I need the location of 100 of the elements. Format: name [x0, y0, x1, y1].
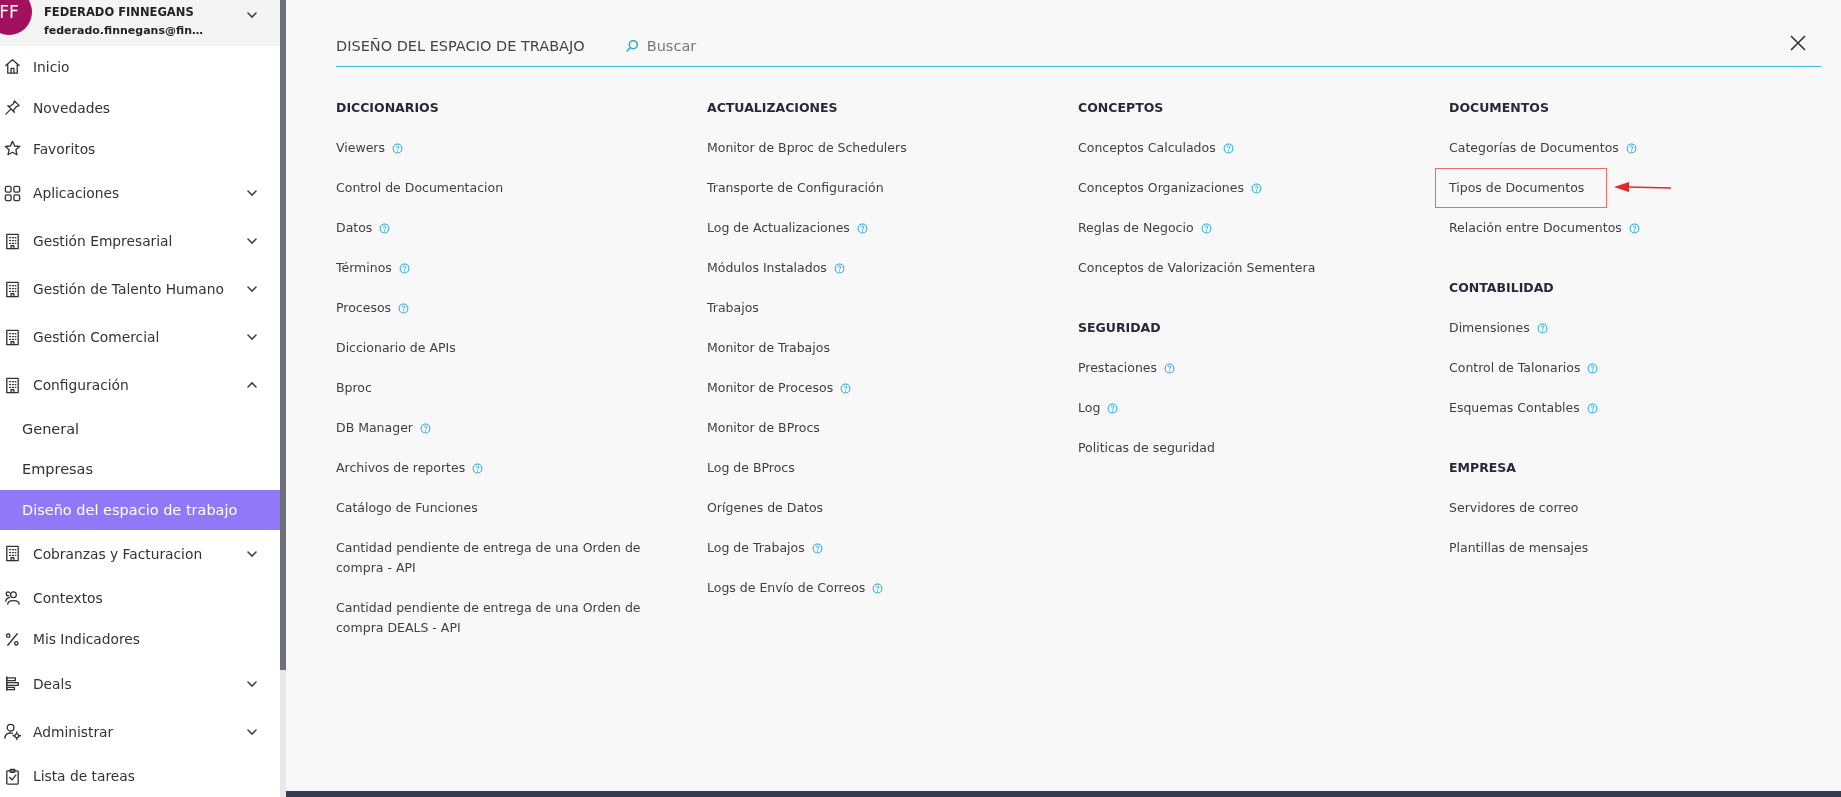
menu-link[interactable]: Logs de Envío de Correos	[707, 578, 866, 598]
percent-icon	[3, 630, 22, 649]
nav-item[interactable]: Deals	[0, 660, 280, 708]
menu-link[interactable]: Viewers	[336, 138, 385, 158]
menu-link[interactable]: Catálogo de Funciones	[336, 498, 478, 518]
search-field[interactable]: Buscar	[646, 38, 847, 54]
help-icon[interactable]	[1625, 142, 1637, 154]
user-name: FEDERADO FINNEGANS	[44, 5, 195, 19]
help-icon[interactable]	[1628, 222, 1640, 234]
help-icon[interactable]	[419, 422, 431, 434]
nav-item[interactable]: Configuración	[0, 361, 280, 409]
menu-link[interactable]: Reglas de Negocio	[1078, 218, 1194, 238]
building-icon	[3, 231, 22, 251]
help-icon[interactable]	[1587, 362, 1599, 374]
help-icon[interactable]	[379, 222, 391, 234]
menu-link[interactable]: Log de BProcs	[707, 458, 795, 478]
scrollbar-thumb[interactable]	[280, 0, 286, 670]
pin-icon	[3, 98, 22, 117]
help-icon[interactable]	[472, 462, 484, 474]
nav-item[interactable]: Gestión de Talento Humano	[0, 265, 280, 313]
menu-link[interactable]: Datos	[336, 218, 373, 238]
menu-link[interactable]: Politicas de seguridad	[1078, 438, 1215, 458]
nav-subitem[interactable]: Empresas	[0, 449, 280, 490]
menu-link[interactable]: DB Manager	[336, 418, 413, 438]
nav-item[interactable]: Cobranzas y Facturacion	[0, 530, 280, 578]
help-icon[interactable]	[392, 142, 403, 154]
menu-link[interactable]: Cantidad pendiente de entrega de una Orden de compra DEALS - API	[336, 598, 646, 638]
menu-link[interactable]: Esquemas Contables	[1449, 398, 1580, 418]
help-icon[interactable]	[840, 382, 852, 394]
section-heading: DOCUMENTOS	[1449, 100, 1550, 116]
menu-link[interactable]: Módulos Instalados	[707, 258, 827, 278]
home-icon	[3, 57, 22, 76]
help-icon[interactable]	[1586, 402, 1598, 414]
help-icon[interactable]	[872, 582, 884, 594]
menu-link[interactable]: Monitor de Procesos	[707, 378, 834, 398]
menu-link[interactable]: Conceptos Calculados	[1078, 138, 1216, 158]
help-icon[interactable]	[856, 222, 868, 234]
nav-item[interactable]: Gestión Comercial	[0, 313, 280, 361]
section-heading: DICCIONARIOS	[336, 100, 440, 116]
help-icon[interactable]	[1164, 362, 1176, 374]
nav-item[interactable]: Lista de tareas	[0, 756, 280, 797]
nav-item[interactable]: Mis Indicadores	[0, 619, 280, 660]
help-icon[interactable]	[811, 542, 823, 554]
menu-link[interactable]: Log	[1078, 398, 1101, 418]
menu-link[interactable]: Diccionario de APIs	[336, 338, 456, 358]
menu-link[interactable]: Conceptos de Valorización Sementera	[1078, 258, 1316, 278]
annotation-arrow	[1613, 179, 1673, 195]
menu-link[interactable]: Prestaciones	[1078, 358, 1158, 378]
menu-link[interactable]: Archivos de reportes	[336, 458, 466, 478]
nav-item[interactable]: Inicio	[0, 46, 280, 87]
panel-title: DISEÑO DEL ESPACIO DE TRABAJO	[336, 38, 585, 54]
menu-link[interactable]: Cantidad pendiente de entrega de una Orden de compra - API	[336, 538, 646, 578]
building-icon	[3, 544, 22, 564]
menu-link[interactable]: Plantillas de mensajes	[1449, 538, 1589, 558]
menu-link[interactable]: Orígenes de Datos	[707, 498, 824, 518]
nav-item[interactable]: Novedades	[0, 87, 280, 128]
help-icon[interactable]	[1107, 402, 1119, 414]
user-gear-icon	[3, 722, 22, 742]
menu-link[interactable]: Transporte de Configuración	[707, 178, 884, 198]
building-icon	[3, 279, 22, 299]
menu-link[interactable]: Trabajos	[707, 298, 759, 318]
nav-subitem[interactable]: General	[0, 409, 280, 450]
menu-link[interactable]: Monitor de Trabajos	[707, 338, 830, 358]
menu-link[interactable]: Control de Talonarios	[1449, 358, 1581, 378]
star-icon	[3, 139, 22, 158]
menu-link[interactable]: Log de Trabajos	[707, 538, 805, 558]
menu-link[interactable]: Conceptos Organizaciones	[1078, 178, 1244, 198]
menu-link[interactable]: Tipos de Documentos	[1449, 178, 1585, 198]
menu-link[interactable]: Términos	[336, 258, 392, 278]
menu-link[interactable]: Procesos	[336, 298, 392, 318]
help-icon[interactable]	[1222, 142, 1234, 154]
section-heading: SEGURIDAD	[1078, 320, 1162, 336]
nav-item[interactable]: Administrar	[0, 708, 280, 756]
menu-link[interactable]: Servidores de correo	[1449, 498, 1579, 518]
help-icon[interactable]	[398, 262, 410, 274]
help-icon[interactable]	[1250, 182, 1262, 194]
section-heading: EMPRESA	[1449, 460, 1517, 476]
help-icon[interactable]	[1536, 322, 1548, 334]
user-email: federado.finnegans@fin…	[44, 23, 203, 37]
user-header[interactable]: FF FEDERADO FINNEGANS federado.finnegans@fin…	[0, 0, 280, 46]
building-icon	[3, 327, 22, 347]
menu-link[interactable]: Relación entre Documentos	[1449, 218, 1622, 238]
nav-item[interactable]: Favoritos	[0, 128, 280, 169]
menu-link[interactable]: Monitor de Bproc de Schedulers	[707, 138, 907, 158]
help-icon[interactable]	[1200, 222, 1212, 234]
grid-icon	[3, 183, 22, 203]
menu-link[interactable]: Bproc	[336, 378, 372, 398]
menu-link[interactable]: Categorías de Documentos	[1449, 138, 1619, 158]
menu-link[interactable]: Dimensiones	[1449, 318, 1530, 338]
menu-link[interactable]: Control de Documentacion	[336, 178, 504, 198]
nav-item[interactable]: Gestión Empresarial	[0, 217, 280, 265]
building-icon	[3, 375, 22, 395]
help-icon[interactable]	[833, 262, 845, 274]
search-icon	[624, 39, 639, 53]
menu-link[interactable]: Monitor de BProcs	[707, 418, 820, 438]
bars-icon	[3, 674, 22, 694]
nav-item[interactable]: Aplicaciones	[0, 169, 280, 217]
help-icon[interactable]	[398, 302, 410, 314]
menu-link[interactable]: Log de Actualizaciones	[707, 218, 850, 238]
nav-item[interactable]: Contextos	[0, 578, 280, 619]
